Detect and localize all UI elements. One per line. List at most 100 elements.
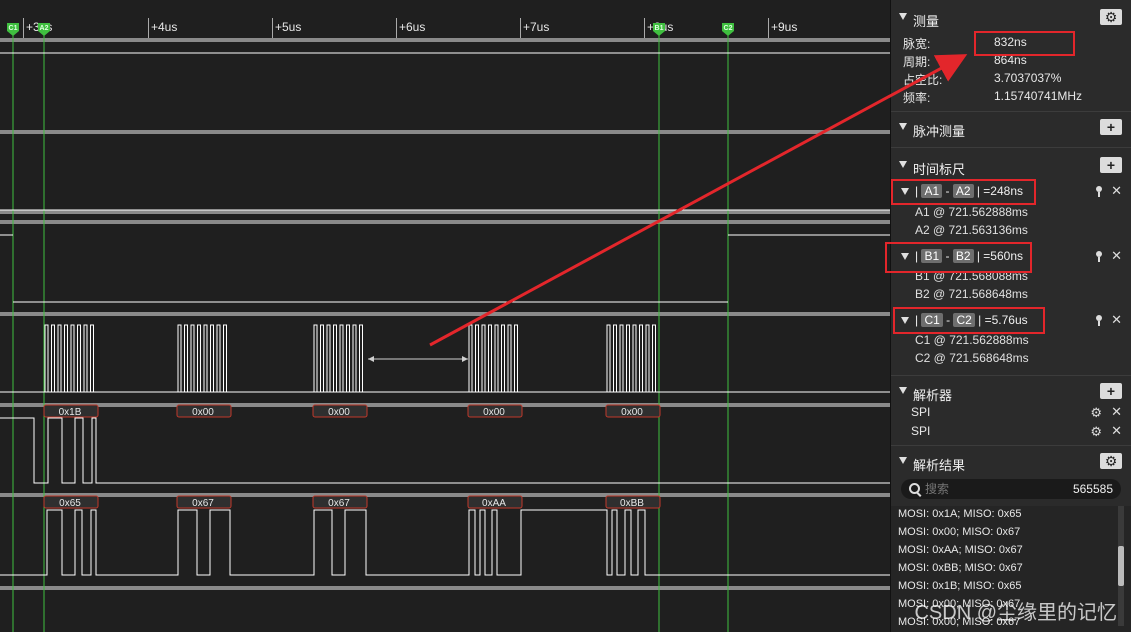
- collapse-triangle-icon[interactable]: [899, 387, 907, 394]
- divider: [891, 375, 1131, 376]
- plus-icon: +: [1106, 157, 1116, 173]
- close-icon[interactable]: ✕: [1111, 248, 1122, 264]
- decoder-value: 0x67: [192, 498, 214, 509]
- time-tick-label: +4us: [151, 20, 177, 34]
- highlight-box-ruler-a: [891, 179, 1036, 205]
- collapse-triangle-icon[interactable]: [899, 13, 907, 20]
- measure-label-freq: 频率:: [903, 91, 931, 105]
- decoder-value: 0x67: [328, 498, 350, 509]
- plus-icon: +: [1106, 119, 1116, 135]
- list-item[interactable]: MOSI: 0xAA; MISO: 0x67: [898, 544, 1023, 556]
- gear-icon[interactable]: ⚙: [1090, 424, 1102, 440]
- ruler-c-line2: C2 @ 721.568648ms: [915, 351, 1029, 365]
- measure-label-width: 脉宽:: [903, 37, 931, 51]
- ruler-a-line1: A1 @ 721.562888ms: [915, 205, 1028, 219]
- search-input[interactable]: [925, 481, 1045, 497]
- list-item[interactable]: MOSI: 0x1B; MISO: 0x65: [898, 580, 1022, 592]
- gear-icon: ⚙: [1104, 9, 1118, 25]
- channel-separator: [0, 210, 890, 214]
- channel-separator: [0, 312, 890, 316]
- search-icon: [909, 483, 920, 494]
- rulers-title: 时间标尺: [913, 162, 966, 177]
- ruler-a-line2: A2 @ 721.563136ms: [915, 223, 1028, 237]
- measure-title: 测量: [913, 14, 940, 29]
- results-scrollbar[interactable]: [1118, 506, 1124, 626]
- add-ruler-button[interactable]: +: [1100, 157, 1122, 173]
- close-icon[interactable]: ✕: [1111, 423, 1122, 439]
- close-icon[interactable]: ✕: [1111, 404, 1122, 420]
- decoder-value: 0x65: [59, 498, 81, 509]
- add-pulse-button[interactable]: +: [1100, 119, 1122, 135]
- pin-icon[interactable]: [1096, 186, 1102, 197]
- close-icon[interactable]: ✕: [1111, 312, 1122, 328]
- waveform-area[interactable]: +3us+4us+5us+6us+7us+8us+9usC1A2B1C20x1B…: [0, 0, 890, 632]
- add-analyzer-button[interactable]: +: [1100, 383, 1122, 399]
- time-tick-label: +5us: [275, 20, 301, 34]
- results-settings-button[interactable]: ⚙: [1100, 453, 1122, 469]
- analyzers-title: 解析器: [913, 388, 953, 403]
- gap-arrow-left: [368, 356, 374, 362]
- pulse-section-header[interactable]: 脉冲测量 +: [891, 118, 1131, 140]
- list-item[interactable]: MOSI: 0xBB; MISO: 0x67: [898, 562, 1023, 574]
- highlight-box-pulse-width: [974, 31, 1075, 56]
- clock-burst: [138, 324, 238, 393]
- rulers-section-header[interactable]: 时间标尺 +: [891, 156, 1131, 178]
- channel-separator: [0, 586, 890, 590]
- clock-burst: [274, 324, 374, 393]
- analyzer-item[interactable]: SPI ⚙ ✕: [891, 403, 1131, 422]
- clock-burst: [5, 324, 105, 393]
- scrollbar-thumb[interactable]: [1118, 546, 1124, 586]
- decoder-value: 0xBB: [620, 498, 644, 509]
- measure-section-header[interactable]: 测量 ⚙: [891, 8, 1131, 30]
- analyzers-section-header[interactable]: 解析器 +: [891, 382, 1131, 404]
- measure-label-period: 周期:: [903, 55, 931, 69]
- measure-value-duty: 3.7037037%: [994, 71, 1062, 85]
- list-item[interactable]: MOSI: 0x1A; MISO: 0x65: [898, 508, 1022, 520]
- divider: [891, 111, 1131, 112]
- time-tick-label: +7us: [523, 20, 549, 34]
- channel-separator: [0, 130, 890, 134]
- measure-label-duty: 占空比:: [903, 73, 943, 87]
- waveform-canvas[interactable]: +3us+4us+5us+6us+7us+8us+9usC1A2B1C20x1B…: [0, 0, 890, 632]
- close-icon[interactable]: ✕: [1111, 183, 1122, 199]
- pulse-title: 脉冲测量: [913, 124, 966, 139]
- decoder-value: 0x00: [483, 407, 505, 418]
- time-tick-label: +6us: [399, 20, 425, 34]
- decoder-value: 0x00: [192, 407, 214, 418]
- results-title: 解析结果: [913, 458, 966, 473]
- divider: [891, 147, 1131, 148]
- collapse-triangle-icon[interactable]: [899, 457, 907, 464]
- analyzer-name: SPI: [911, 405, 931, 419]
- channel-separator: [0, 403, 890, 407]
- results-search-box[interactable]: 565585: [901, 479, 1121, 499]
- decoder-value: 0xAA: [482, 498, 506, 509]
- clock-burst: [567, 324, 667, 393]
- collapse-triangle-icon[interactable]: [899, 123, 907, 130]
- pin-icon[interactable]: [1096, 315, 1102, 326]
- collapse-triangle-icon[interactable]: [899, 161, 907, 168]
- results-count: 565585: [1072, 482, 1113, 496]
- decoder-value: 0x00: [621, 407, 643, 418]
- channel-separator: [0, 220, 890, 224]
- divider: [891, 445, 1131, 446]
- cursor-label: B1: [655, 25, 664, 32]
- gear-icon[interactable]: ⚙: [1090, 405, 1102, 421]
- decoder-value: 0x1B: [59, 407, 82, 418]
- data-line-2: [0, 509, 890, 576]
- channel-separator: [0, 493, 890, 497]
- pin-icon[interactable]: [1096, 251, 1102, 262]
- measure-value-freq: 1.15740741MHz: [994, 89, 1083, 103]
- ruler-c-line1: C1 @ 721.562888ms: [915, 333, 1029, 347]
- cursor-label: C1: [9, 25, 18, 32]
- plus-icon: +: [1106, 383, 1116, 399]
- measure-settings-button[interactable]: ⚙: [1100, 9, 1122, 25]
- cursor-label: A2: [40, 25, 49, 32]
- cursor-label: C2: [724, 25, 733, 32]
- analyzer-name: SPI: [911, 424, 931, 438]
- decoder-value: 0x00: [328, 407, 350, 418]
- results-section-header[interactable]: 解析结果 ⚙: [891, 452, 1131, 474]
- analyzer-item[interactable]: SPI ⚙ ✕: [891, 422, 1131, 441]
- list-item[interactable]: MOSI: 0x00; MISO: 0x67: [898, 526, 1020, 538]
- highlight-box-ruler-c: [893, 307, 1045, 334]
- channel-separator: [0, 38, 890, 42]
